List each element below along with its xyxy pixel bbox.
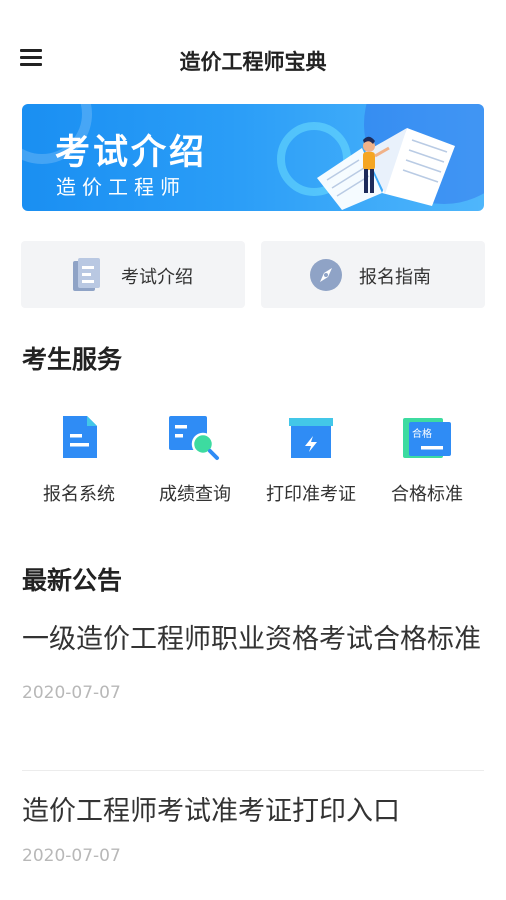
- service-registration-system[interactable]: 报名系统: [21, 410, 137, 510]
- service-label: 合格标准: [391, 484, 463, 505]
- certificate-badge-text: 合格: [412, 427, 432, 440]
- quick-link-exam-intro[interactable]: 考试介绍: [21, 241, 245, 308]
- services-section-title: 考生服务: [22, 345, 123, 374]
- notice-title: 造价工程师考试准考证打印入口: [22, 796, 400, 827]
- notices-section-title: 最新公告: [22, 566, 123, 595]
- document-icon: [73, 258, 100, 291]
- service-score-query[interactable]: 成绩查询: [137, 410, 253, 510]
- notice-date: 2020-07-07: [22, 683, 121, 703]
- top-bar: 造价工程师宝典: [0, 34, 506, 84]
- banner[interactable]: 考试介绍 造价工程师: [22, 104, 484, 211]
- form-icon: [63, 416, 97, 458]
- divider: [22, 770, 484, 771]
- page-title: 造价工程师宝典: [179, 50, 327, 74]
- open-book-illustration: [317, 128, 455, 210]
- service-print-admission-ticket[interactable]: 打印准考证: [253, 410, 369, 510]
- banner-subtitle: 造价工程师: [56, 175, 186, 199]
- service-qualification-standard[interactable]: 合格 合格标准: [369, 410, 485, 510]
- certificate-icon: 合格: [403, 418, 451, 458]
- quick-link-label: 报名指南: [359, 267, 431, 288]
- notice-item[interactable]: 造价工程师考试准考证打印入口 2020-07-07: [22, 792, 484, 866]
- print-icon: [289, 418, 333, 458]
- service-label: 报名系统: [43, 484, 115, 505]
- quick-link-registration-guide[interactable]: 报名指南: [261, 241, 485, 308]
- banner-title: 考试介绍: [55, 133, 208, 173]
- quick-link-label: 考试介绍: [121, 267, 193, 288]
- score-search-icon: [169, 416, 219, 460]
- notice-item[interactable]: 一级造价工程师职业资格考试合格标准 2020-07-07: [22, 620, 484, 703]
- compass-icon: [310, 259, 342, 291]
- service-label: 打印准考证: [266, 484, 356, 505]
- service-label: 成绩查询: [159, 484, 231, 505]
- notice-date: 2020-07-07: [22, 846, 121, 866]
- notice-title: 一级造价工程师职业资格考试合格标准: [22, 624, 481, 655]
